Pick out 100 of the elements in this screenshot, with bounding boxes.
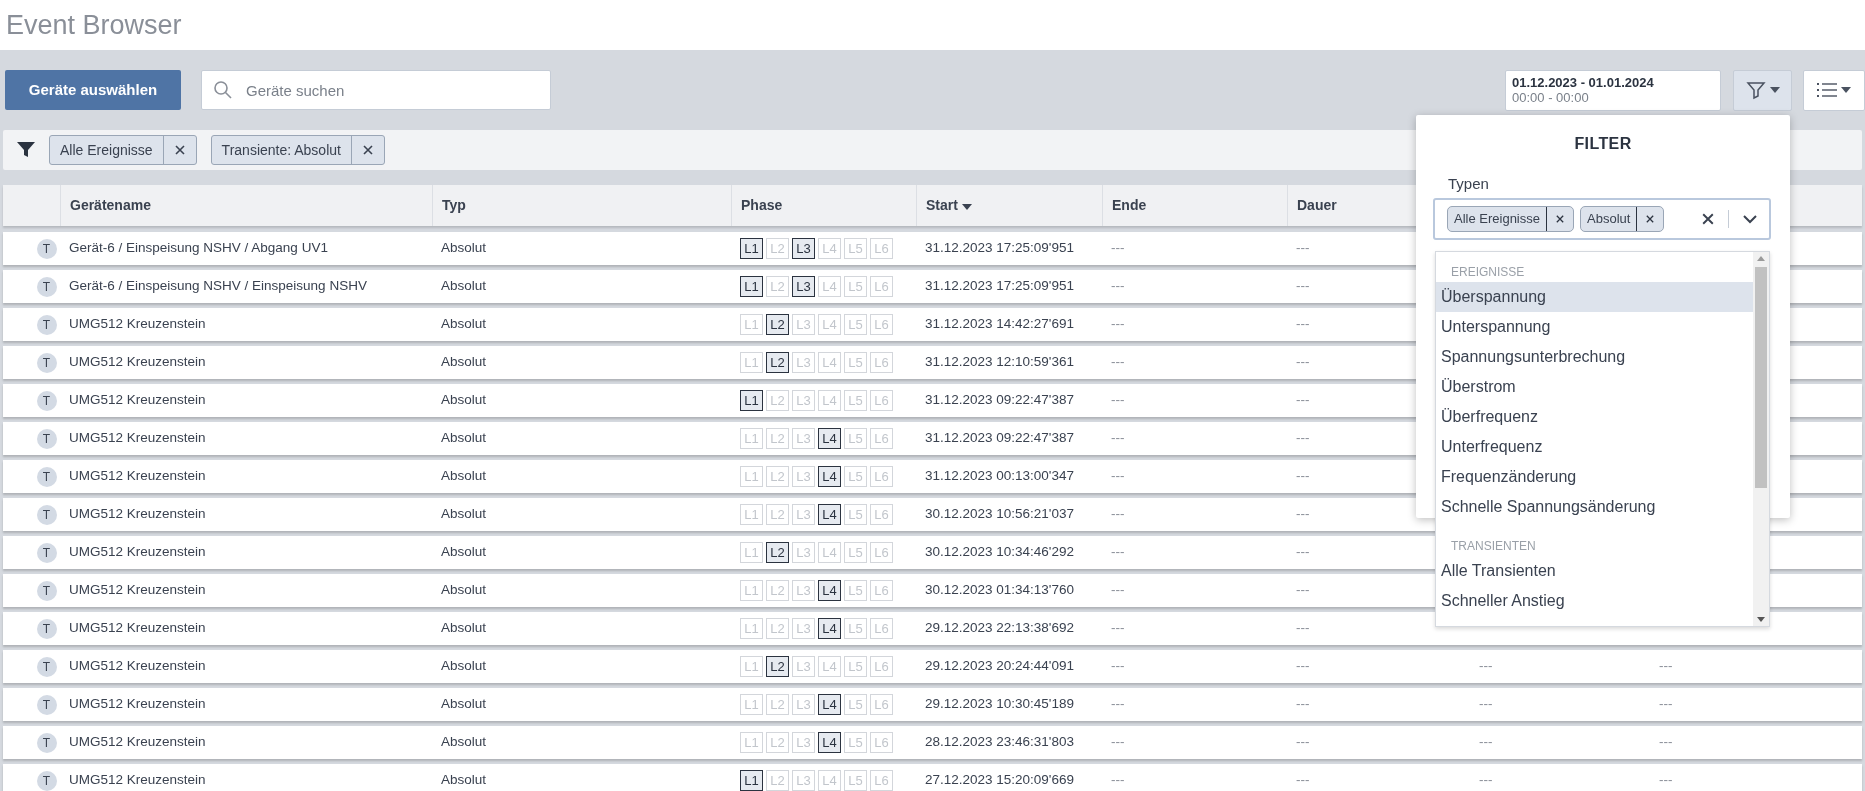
phase-tag: L4	[818, 238, 841, 259]
table-cell-text: Absolut	[440, 353, 488, 372]
filter-chip-label: Alle Ereignisse	[59, 140, 154, 160]
remove-icon[interactable]	[174, 145, 185, 155]
table-cell-text: UMG512 Kreuzenstein	[68, 771, 207, 790]
option-item[interactable]: Überfrequenz	[1436, 402, 1753, 432]
column-header[interactable]: Dauer	[1297, 195, 1337, 216]
remove-icon[interactable]	[1556, 215, 1564, 223]
chevron-down-icon[interactable]	[1743, 214, 1757, 224]
table-cell-text: ---	[1658, 657, 1674, 676]
type-badge: T	[36, 694, 57, 715]
phase-tag: L6	[870, 618, 893, 639]
option-item[interactable]: Überstrom	[1436, 372, 1753, 402]
phase-tag: L3	[792, 352, 815, 373]
remove-icon[interactable]	[362, 145, 373, 155]
filter-button[interactable]	[1733, 69, 1792, 111]
option-item[interactable]: Frequenzänderung	[1436, 462, 1753, 492]
type-badge: T	[36, 466, 57, 487]
phase-tag: L5	[844, 276, 867, 297]
phase-tag: L5	[844, 542, 867, 563]
column-header[interactable]: Ende	[1112, 195, 1147, 216]
phase-tag: L1	[740, 770, 763, 791]
phase-tag: L2	[766, 238, 789, 259]
list-view-button[interactable]	[1803, 69, 1865, 111]
phase-tag: L2	[766, 428, 789, 449]
phase-tag: L1	[740, 428, 763, 449]
phase-tag: L6	[870, 314, 893, 335]
table-cell-text: Absolut	[440, 505, 488, 524]
phase-tag: L2	[766, 466, 789, 487]
phase-tag: L6	[870, 694, 893, 715]
option-item[interactable]: Schneller Anstieg	[1436, 586, 1753, 616]
phase-tag: L4	[818, 390, 841, 411]
phase-tag: L4	[818, 352, 841, 373]
option-item[interactable]: Alle Transienten	[1436, 556, 1753, 586]
phase-tag: L3	[792, 428, 815, 449]
table-cell-text: ---	[1110, 733, 1126, 752]
scroll-down-icon[interactable]	[1757, 617, 1765, 622]
caret-icon	[1769, 87, 1780, 93]
column-header[interactable]: Typ	[442, 195, 466, 216]
table-cell-text: Absolut	[440, 771, 488, 790]
table-cell-text: UMG512 Kreuzenstein	[68, 315, 207, 334]
table-cell-text: 31.12.2023 17:25:09'951	[924, 239, 1075, 258]
phase-tag: L6	[870, 428, 893, 449]
phase-tag: L1	[740, 580, 763, 601]
table-cell-text: ---	[1110, 239, 1126, 258]
scrollbar[interactable]	[1753, 252, 1769, 626]
phase-tag: L5	[844, 238, 867, 259]
table-cell-text: UMG512 Kreuzenstein	[68, 733, 207, 752]
table-cell-text: 31.12.2023 14:42:27'691	[924, 315, 1075, 334]
table-cell-text: 29.12.2023 22:13:38'692	[924, 619, 1075, 638]
table-cell-text: UMG512 Kreuzenstein	[68, 429, 207, 448]
type-badge: T	[36, 390, 57, 411]
table-cell-text: UMG512 Kreuzenstein	[68, 581, 207, 600]
option-item[interactable]: Überspannung	[1436, 282, 1753, 312]
table-cell-text: ---	[1110, 467, 1126, 486]
phase-tag: L1	[740, 732, 763, 753]
phase-tag: L6	[870, 352, 893, 373]
clear-icon[interactable]	[1702, 213, 1714, 225]
select-devices-button[interactable]: Geräte auswählen	[5, 70, 181, 110]
types-select[interactable]: Alle Ereignisse Absolut	[1433, 198, 1771, 240]
phase-tag: L5	[844, 314, 867, 335]
phase-tag: L5	[844, 694, 867, 715]
phase-tag: L3	[792, 542, 815, 563]
phase-tag: L4	[818, 276, 841, 297]
table-cell-text: ---	[1110, 429, 1126, 448]
table-cell-text: 30.12.2023 01:34:13'760	[924, 581, 1075, 600]
phase-tag: L5	[844, 732, 867, 753]
remove-icon[interactable]	[1646, 215, 1655, 223]
table-cell-text: 28.12.2023 23:46:31'803	[924, 733, 1075, 752]
time-range: 00:00 - 00:00	[1512, 90, 1590, 105]
option-item[interactable]: Unterspannung	[1436, 312, 1753, 342]
option-item[interactable]: Schnelle Spannungsänderung	[1436, 492, 1753, 522]
date-range: 01.12.2023 - 01.01.2024	[1512, 75, 1655, 90]
chip-label: Absolut	[1586, 210, 1632, 229]
phase-tag: L2	[766, 770, 789, 791]
table-cell-text: 30.12.2023 10:56:21'037	[924, 505, 1075, 524]
phase-tag: L5	[844, 580, 867, 601]
phase-tag: L2	[766, 276, 789, 297]
table-cell-text: 30.12.2023 10:34:46'292	[924, 543, 1075, 562]
phase-tag: L3	[792, 618, 815, 639]
filter-chip-label: Transiente: Absolut	[220, 140, 342, 160]
phase-tag: L3	[792, 314, 815, 335]
column-header[interactable]: Gerätename	[70, 195, 151, 216]
search-field[interactable]: Geräte suchen	[201, 70, 551, 110]
date-range-field[interactable]: 01.12.2023 - 01.01.2024 00:00 - 00:00	[1505, 69, 1721, 111]
filter-icon	[17, 142, 35, 158]
phase-tag: L6	[870, 504, 893, 525]
phase-tag: L5	[844, 770, 867, 791]
table-cell-text: Absolut	[440, 619, 488, 638]
type-badge: T	[36, 428, 57, 449]
column-header[interactable]: Start	[926, 195, 972, 216]
type-badge: T	[36, 580, 57, 601]
column-header[interactable]: Phase	[741, 195, 783, 216]
phase-tag: L4	[818, 656, 841, 677]
phase-tag: L6	[870, 238, 893, 259]
table-cell-text: ---	[1295, 391, 1311, 410]
phase-tag: L4	[818, 504, 841, 525]
option-item[interactable]: Spannungsunterbrechung	[1436, 342, 1753, 372]
table-cell-text: Absolut	[440, 695, 488, 714]
option-item[interactable]: Unterfrequenz	[1436, 432, 1753, 462]
